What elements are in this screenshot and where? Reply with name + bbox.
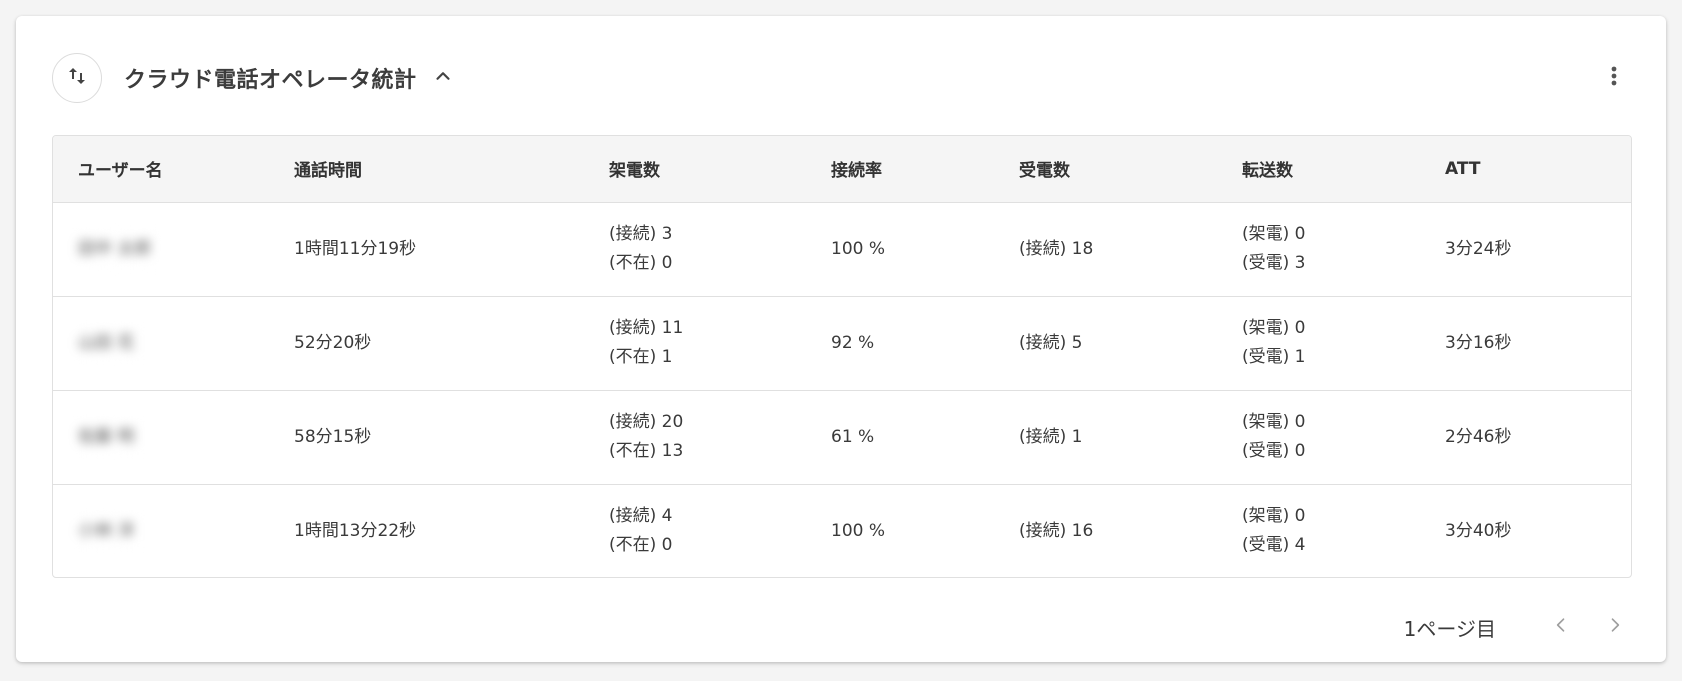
transfer-outgoing: (架電) 0 bbox=[1242, 318, 1306, 338]
talk-time-cell: 1時間13分22秒 bbox=[269, 483, 584, 577]
table-header-row: ユーザー名 通話時間 架電数 接続率 受電数 転送数 ATT bbox=[53, 136, 1631, 203]
table-row: 山田 花 52分20秒 (接続) 11 (不在) 1 92 % (接続) 5 (… bbox=[53, 295, 1631, 390]
incoming-cell: (接続) 5 bbox=[994, 295, 1217, 390]
connect-rate-cell: 100 % bbox=[831, 238, 886, 259]
chevron-right-icon bbox=[1605, 615, 1625, 639]
pagination: 1ページ目 bbox=[1404, 612, 1630, 642]
outgoing-absent: (不在) 0 bbox=[609, 535, 673, 556]
incoming-cell: (接続) 16 bbox=[994, 483, 1217, 577]
column-header-user[interactable]: ユーザー名 bbox=[53, 136, 269, 203]
operator-stats-card: クラウド電話オペレータ統計 ユーザー名 通話時間 架電数 接続率 受電数 転送数… bbox=[16, 16, 1666, 662]
next-page-button[interactable] bbox=[1600, 612, 1630, 642]
transfer-incoming: (受電) 1 bbox=[1242, 347, 1306, 367]
stats-table: ユーザー名 通話時間 架電数 接続率 受電数 転送数 ATT 田中 太郎 1時間… bbox=[53, 136, 1631, 577]
outgoing-connected: (接続) 4 bbox=[609, 506, 673, 527]
outgoing-absent: (不在) 13 bbox=[609, 441, 684, 461]
user-name: 田中 太郎 bbox=[78, 228, 166, 270]
sort-toggle-button[interactable] bbox=[52, 53, 102, 103]
column-header-att[interactable]: ATT bbox=[1420, 136, 1631, 203]
connect-rate-cell: 100 % bbox=[806, 483, 994, 577]
table-row: 小林 洋 1時間13分22秒 (接続) 4 (不在) 0 100 % (接続) … bbox=[53, 483, 1631, 577]
column-header-incoming[interactable]: 受電数 bbox=[994, 136, 1217, 203]
prev-page-button[interactable] bbox=[1546, 612, 1576, 642]
incoming-cell: (接続) 18 bbox=[1019, 238, 1094, 259]
user-name-cell: 小林 洋 bbox=[53, 483, 269, 577]
transfer-cell: (架電) 0 (受電) 4 bbox=[1217, 483, 1420, 577]
outgoing-cell: (接続) 11 (不在) 1 bbox=[584, 295, 806, 390]
table-row: 田中 太郎 1時間11分19秒 (接続) 3 (不在) 0 100 % (接続)… bbox=[53, 202, 1631, 296]
card-header: クラウド電話オペレータ統計 bbox=[52, 52, 1630, 104]
more-options-button[interactable] bbox=[1598, 62, 1630, 94]
talk-time-cell: 52分20秒 bbox=[269, 295, 584, 390]
att-cell: 3分40秒 bbox=[1420, 483, 1631, 577]
user-name: 小林 洋 bbox=[78, 510, 149, 552]
talk-time-cell: 58分15秒 bbox=[269, 389, 584, 484]
column-header-connect-rate[interactable]: 接続率 bbox=[806, 136, 994, 203]
chevron-left-icon bbox=[1551, 615, 1571, 639]
att-cell: 3分16秒 bbox=[1420, 295, 1631, 390]
table-row: 佐藤 明 58分15秒 (接続) 20 (不在) 13 61 % (接続) 1 … bbox=[53, 389, 1631, 484]
outgoing-connected: (接続) 11 bbox=[609, 318, 684, 338]
transfer-cell: (架電) 0 (受電) 1 bbox=[1217, 295, 1420, 390]
transfer-outgoing: (架電) 0 bbox=[1242, 412, 1306, 432]
att-cell: 2分46秒 bbox=[1420, 389, 1631, 484]
transfer-outgoing: (架電) 0 bbox=[1242, 506, 1306, 527]
outgoing-cell: (接続) 20 (不在) 13 bbox=[584, 389, 806, 484]
transfer-cell: (架電) 0 (受電) 0 bbox=[1217, 389, 1420, 484]
chevron-up-icon bbox=[432, 65, 454, 91]
column-header-transfer[interactable]: 転送数 bbox=[1217, 136, 1420, 203]
user-name-cell: 佐藤 明 bbox=[53, 389, 269, 484]
collapse-button[interactable] bbox=[429, 64, 457, 92]
transfer-incoming: (受電) 4 bbox=[1242, 535, 1306, 556]
stats-table-container: ユーザー名 通話時間 架電数 接続率 受電数 転送数 ATT 田中 太郎 1時間… bbox=[52, 135, 1632, 578]
column-header-outgoing[interactable]: 架電数 bbox=[584, 136, 806, 203]
panel-title: クラウド電話オペレータ統計 bbox=[124, 68, 417, 93]
incoming-cell: (接続) 1 bbox=[994, 389, 1217, 484]
column-header-talk-time[interactable]: 通話時間 bbox=[269, 136, 584, 203]
connect-rate-cell: 92 % bbox=[806, 295, 994, 390]
transfer-incoming: (受電) 3 bbox=[1242, 253, 1306, 273]
outgoing-cell: (接続) 4 (不在) 0 bbox=[584, 483, 806, 577]
transfer-cell: (架電) 0 (受電) 3 bbox=[1217, 202, 1420, 296]
att-cell: 3分24秒 bbox=[1445, 238, 1512, 259]
user-name: 佐藤 明 bbox=[78, 416, 149, 458]
outgoing-connected: (接続) 3 bbox=[609, 224, 673, 244]
outgoing-absent: (不在) 0 bbox=[609, 253, 673, 273]
connect-rate-cell: 61 % bbox=[806, 389, 994, 484]
swap-vertical-icon bbox=[65, 64, 89, 92]
user-name-cell: 田中 太郎 bbox=[53, 202, 269, 296]
outgoing-cell: (接続) 3 (不在) 0 bbox=[584, 202, 806, 296]
transfer-incoming: (受電) 0 bbox=[1242, 441, 1306, 461]
talk-time-cell: 1時間11分19秒 bbox=[294, 238, 417, 259]
more-vertical-icon bbox=[1602, 64, 1626, 92]
transfer-outgoing: (架電) 0 bbox=[1242, 224, 1306, 244]
user-name: 山田 花 bbox=[78, 322, 149, 364]
page-indicator: 1ページ目 bbox=[1403, 616, 1496, 641]
user-name-cell: 山田 花 bbox=[53, 295, 269, 390]
outgoing-absent: (不在) 1 bbox=[609, 347, 673, 367]
outgoing-connected: (接続) 20 bbox=[609, 412, 684, 432]
